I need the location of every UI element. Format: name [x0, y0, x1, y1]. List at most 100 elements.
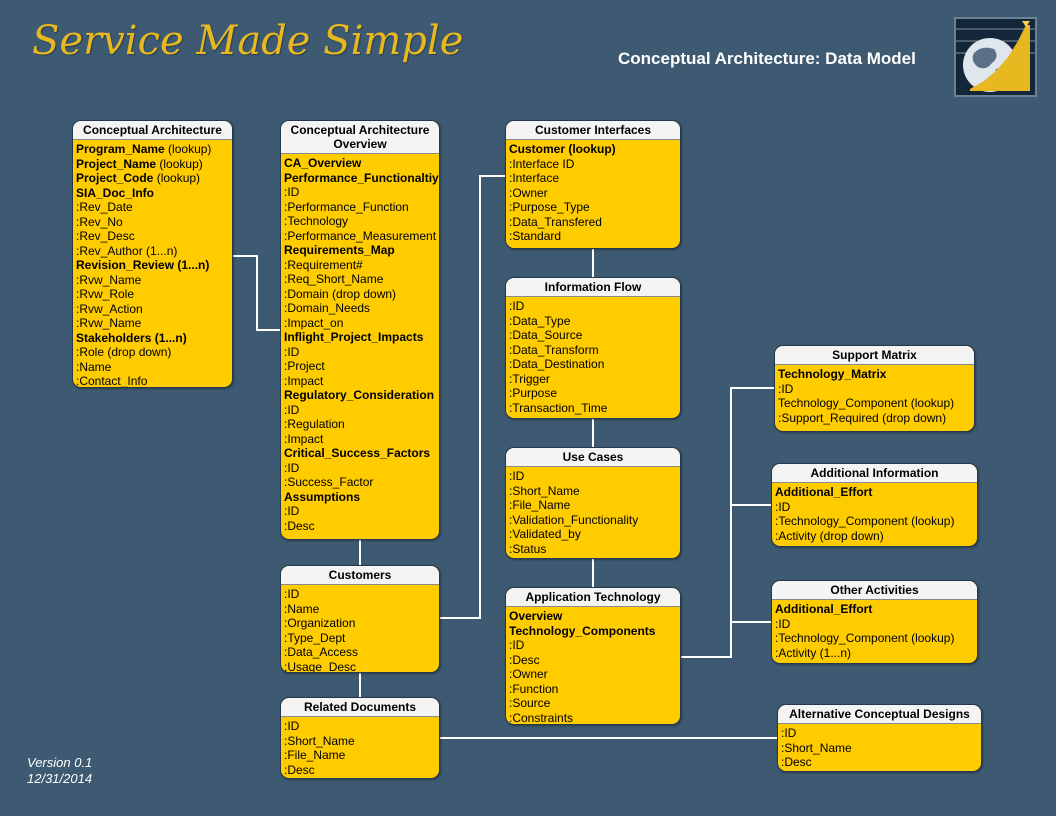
entity-conceptual-architecture[interactable]: Conceptual Architecture Program_Name (loo…	[72, 120, 233, 388]
entity-fields: Program_Name (lookup) Project_Name (looku…	[73, 140, 232, 388]
field: :Owner	[509, 667, 677, 682]
field: :ID	[284, 587, 436, 602]
field-name: :Role (drop down)	[76, 345, 172, 359]
field-suffix: (lookup)	[164, 142, 212, 156]
field-name: :Contact_Info	[76, 374, 148, 388]
entity-use-cases[interactable]: Use Cases:ID:Short_Name:File_Name:Valida…	[505, 447, 681, 559]
field: :File_Name	[284, 748, 436, 763]
field-name: :Trigger	[509, 371, 550, 386]
entity-fields: :ID:Name:Organization:Type_Dept:Data_Acc…	[281, 585, 439, 672]
field: :Short_Name	[509, 484, 677, 499]
field: :Desc	[284, 763, 436, 778]
field-name: :ID	[781, 726, 797, 740]
field-name: :Desc	[284, 762, 315, 777]
field: :Name	[76, 360, 229, 375]
entity-support-matrix[interactable]: Support Matrix Technology_Matrix:ID Techno…	[774, 345, 975, 432]
field: :Constraints	[509, 711, 677, 725]
field: :Desc	[509, 653, 677, 668]
field-name: :Data_Transfered	[509, 214, 602, 229]
field-group: Critical_Success_Factors	[284, 446, 436, 461]
field-name: :Data_Type	[509, 313, 571, 328]
field-name: :Data_Access	[284, 645, 359, 659]
field-name: Performance_Functionaltiy	[284, 170, 439, 185]
field: :Rvw_Role	[76, 287, 229, 302]
field: :Project	[284, 359, 436, 374]
field: :Rev_No	[76, 215, 229, 230]
field-name: Technology_Components	[509, 623, 656, 638]
field: :Type_Dept	[284, 631, 436, 646]
field-name: Customer (lookup)	[509, 142, 616, 156]
field: :Purpose_Type	[509, 200, 677, 215]
field: :Interface ID	[509, 157, 677, 172]
field-name: :Standard	[509, 229, 562, 243]
field-group: Customer (lookup)	[509, 142, 677, 157]
field-group: SIA_Doc_Info	[76, 186, 229, 201]
field: :Technology	[284, 214, 436, 229]
field: :ID	[509, 299, 677, 314]
entity-fields: Technology_Matrix:ID Technology_Component…	[775, 365, 974, 429]
field-name: :Rev_No	[76, 214, 123, 229]
entity-information-flow[interactable]: Information Flow:ID:Data_Type:Data_Sourc…	[505, 277, 681, 419]
field-name: :Rev_Desc	[76, 229, 135, 243]
connector-ca-to-overview	[233, 255, 280, 331]
field-name: :Owner	[509, 667, 548, 681]
field: :Desc	[284, 519, 436, 534]
field-name: :ID	[284, 402, 300, 417]
field-group: Additional_Effort	[775, 485, 974, 500]
field-name: :Project	[284, 359, 325, 373]
field-name: :Domain (drop down)	[284, 286, 397, 301]
field: :Activity (1...n)	[775, 646, 974, 661]
field-name: :Transaction_Time	[509, 400, 608, 415]
field-name: :ID	[509, 299, 525, 313]
field: :ID	[778, 382, 971, 397]
field-name: :Interface	[509, 171, 560, 185]
field-name: :Interface ID	[509, 156, 575, 171]
field: :Purpose	[509, 386, 677, 401]
field-name: :ID	[284, 719, 300, 733]
field-group: Stakeholders (1...n)	[76, 331, 229, 346]
entity-customer-interfaces[interactable]: Customer Interfaces Customer (lookup):Int…	[505, 120, 681, 249]
field-name: :Regulation	[284, 417, 345, 431]
entity-title: Additional Information	[772, 464, 977, 483]
field: :Rvw_Name	[76, 273, 229, 288]
entity-ca-overview[interactable]: Conceptual Architecture Overview CA_Overv…	[280, 120, 440, 540]
entity-application-technology[interactable]: Application Technology Overview Technology…	[505, 587, 681, 725]
field-name: :Name	[76, 359, 112, 374]
entity-fields: :ID:Short_Name:File_Name:Desc	[281, 717, 439, 778]
field: :Interface	[509, 171, 677, 186]
field: :Short_Name	[781, 741, 978, 756]
field-name: :Desc	[284, 518, 315, 533]
field: :ID	[775, 617, 974, 632]
field: :Activity (drop down)	[775, 529, 974, 544]
field-name: :ID	[778, 381, 794, 396]
field: :Success_Factor	[284, 475, 436, 490]
field-suffix: (lookup)	[156, 156, 203, 171]
field: :ID	[781, 726, 978, 741]
field-group: Additional_Effort	[775, 602, 974, 617]
field-name: :Rev_Author (1...n)	[76, 243, 178, 258]
field: :Desc	[781, 755, 978, 770]
field-name: :Function	[509, 681, 559, 696]
entity-title: Related Documents	[281, 698, 439, 717]
entity-additional-information[interactable]: Additional Information Additional_Effort:…	[771, 463, 978, 547]
version-info: Version 0.1 12/31/2014	[27, 755, 92, 787]
field-name: :Impact_on	[284, 315, 344, 330]
field: :Data_Source	[509, 328, 677, 343]
field-name: :Activity (drop down)	[775, 528, 884, 543]
entity-customers[interactable]: Customers:ID:Name:Organization:Type_Dept…	[280, 565, 440, 673]
connector-apptech-to-support	[681, 387, 777, 658]
field: :Technology_Component (lookup)	[775, 631, 974, 646]
field-name: :Rvw_Name	[76, 272, 142, 287]
field-group: CA_Overview	[284, 156, 436, 171]
field-name: :ID	[284, 504, 300, 518]
field-group: Project_Name (lookup)	[76, 157, 229, 172]
entity-fields: Additional_Effort:ID:Technology_Componen…	[772, 600, 977, 663]
entity-alternative-conceptual-designs[interactable]: Alternative Conceptual Designs:ID:Short_…	[777, 704, 982, 772]
field-name: :Short_Name	[781, 740, 852, 755]
field: :ID	[284, 345, 436, 360]
entity-other-activities[interactable]: Other Activities Additional_Effort:ID:Tec…	[771, 580, 978, 664]
entity-related-documents[interactable]: Related Documents:ID:Short_Name:File_Nam…	[280, 697, 440, 779]
field-name: :Validation_Functionality	[509, 512, 639, 527]
field: :ID	[509, 469, 677, 484]
entity-fields: CA_Overview Performance_Functionaltiy :ID:…	[281, 154, 439, 537]
